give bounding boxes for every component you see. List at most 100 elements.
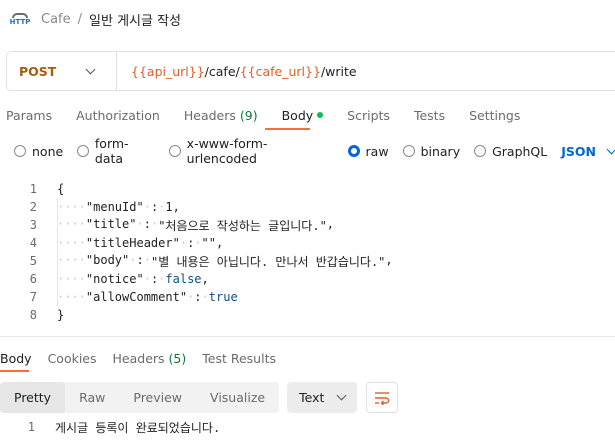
whitespace-marker: ·	[194, 236, 202, 250]
radio-icon	[168, 145, 181, 157]
whitespace-marker: ····	[57, 200, 86, 214]
radio-icon	[347, 145, 360, 157]
json-value: 1	[165, 200, 173, 214]
request-title[interactable]: 일반 게시글 작성	[89, 10, 181, 29]
tab-params[interactable]: Params	[6, 108, 52, 123]
method-select[interactable]: POST	[7, 52, 117, 90]
code-line: 4 ···· "titleHeader" ·: · "",	[0, 234, 615, 252]
code-text: ···· "body" ·: · "별 내용은 아닙니다. 만나서 반갑습니다.",	[57, 253, 393, 270]
view-mode-raw[interactable]: Raw	[65, 382, 119, 413]
json-comma: ,	[326, 216, 335, 231]
radio-icon	[402, 145, 415, 157]
tab-authorization[interactable]: Authorization	[76, 108, 160, 123]
tab-scripts[interactable]: Scripts	[347, 108, 390, 123]
whitespace-marker: ·	[129, 252, 137, 267]
tab-label: Headers	[112, 350, 165, 366]
body-type-label: binary	[420, 143, 461, 159]
tab-tests[interactable]: Tests	[414, 108, 445, 123]
json-colon: :	[150, 272, 159, 286]
url-input[interactable]: {{api_url}}/cafe/{{cafe_url}}/write	[117, 64, 357, 79]
json-comma: ,	[172, 200, 180, 214]
json-colon: :	[150, 200, 159, 214]
json-comma: ,	[215, 236, 224, 250]
body-type-x-www-form-urlencoded[interactable]: x-www-form-urlencoded	[168, 136, 334, 166]
chevron-down-icon	[336, 390, 347, 401]
code-text: }	[57, 308, 64, 322]
response-toolbar: Pretty Raw Preview Visualize Text	[0, 382, 399, 413]
whitespace-marker: ····	[57, 236, 86, 250]
language-select[interactable]: JSON	[561, 144, 615, 159]
response-tab-test-results[interactable]: Test Results	[202, 351, 276, 366]
body-type-label: x-www-form-urlencoded	[186, 136, 268, 166]
json-colon: :	[143, 216, 151, 231]
view-mode-preview[interactable]: Preview	[119, 382, 196, 413]
body-type-binary[interactable]: binary	[402, 143, 461, 159]
json-key: "allowComment"	[85, 290, 188, 304]
code-line: 1{	[0, 180, 615, 198]
whitespace-marker: ·	[179, 236, 188, 250]
body-type-label: none	[32, 143, 64, 159]
tab-label: Body	[281, 107, 314, 123]
response-tab-cookies[interactable]: Cookies	[48, 351, 97, 366]
whitespace-marker: ·	[201, 290, 209, 304]
view-mode-visualize[interactable]: Visualize	[196, 382, 279, 413]
body-type-selector: none form-data x-www-form-urlencoded raw bin…	[14, 136, 615, 166]
tab-label: Settings	[469, 107, 521, 123]
body-type-raw[interactable]: raw	[347, 144, 389, 159]
response-tab-body[interactable]: Body	[0, 351, 32, 366]
active-tab-indicator	[265, 128, 310, 130]
request-tabs: Params Authorization Headers (9) Body Scripts…	[6, 104, 544, 126]
code-line: 8}	[0, 306, 615, 324]
tab-label: Scripts	[347, 107, 390, 123]
whitespace-marker: ····	[57, 252, 86, 267]
body-type-form-data[interactable]: form-data	[77, 136, 155, 166]
line-number: 3	[29, 218, 37, 232]
json-key: "notice"	[85, 272, 144, 286]
response-line: 1 게시글 등록이 완료되었습니다.	[0, 418, 220, 436]
chevron-down-icon	[85, 64, 96, 74]
body-type-label: form-data	[94, 136, 129, 166]
line-number: 2	[29, 200, 37, 214]
whitespace-marker: ····	[57, 272, 86, 286]
tab-headers[interactable]: Headers (9)	[184, 108, 258, 123]
tab-settings[interactable]: Settings	[469, 108, 520, 123]
tab-count-badge: (9)	[239, 107, 258, 123]
tab-body[interactable]: Body	[282, 108, 324, 123]
response-text: 게시글 등록이 완료되었습니다.	[55, 420, 221, 435]
json-comma: ,	[385, 252, 393, 267]
code-text: ···· "notice" ·: · false,	[57, 272, 209, 286]
tab-label: Tests	[413, 107, 446, 123]
body-type-none[interactable]: none	[14, 144, 63, 159]
radio-icon	[14, 145, 26, 157]
whitespace-marker: ·	[143, 200, 151, 214]
wrap-lines-button[interactable]	[366, 382, 399, 413]
line-number: 1	[29, 182, 37, 196]
view-mode-pretty[interactable]: Pretty	[0, 382, 66, 413]
json-colon: :	[136, 252, 144, 267]
code-text: ···· "title" ·: · "처음으로 작성하는 글입니다.",	[57, 217, 334, 234]
json-colon: :	[194, 290, 202, 304]
response-tabs: Body Cookies Headers (5) Test Results	[0, 349, 292, 367]
code-line: 7 ···· "allowComment" ·: · true	[0, 288, 615, 306]
method-label: POST	[19, 63, 57, 79]
request-body-editor[interactable]: 1{2 ···· "menuId" ·: · 1, 3 ···· "title" ·: · "처음으로…	[0, 180, 615, 326]
code-text: ···· "menuId" ·: · 1,	[57, 200, 180, 214]
tab-label: Authorization	[76, 107, 160, 123]
body-type-GraphQL[interactable]: GraphQL	[474, 144, 547, 159]
code-text: ···· "titleHeader" ·: · "",	[57, 236, 223, 250]
tab-label: Body	[0, 350, 32, 366]
line-number: 7	[29, 290, 37, 304]
json-value: false	[165, 272, 202, 286]
chevron-down-icon	[606, 144, 615, 154]
line-number: 8	[29, 308, 37, 322]
wrap-lines-icon	[375, 391, 390, 405]
line-number: 1	[27, 420, 35, 434]
response-tab-headers[interactable]: Headers (5)	[113, 351, 187, 366]
json-value: "처음으로 작성하는 글입니다."	[158, 218, 327, 233]
json-value: true	[208, 290, 238, 304]
response-format-select[interactable]: Text	[287, 382, 358, 413]
code-brace: }	[57, 308, 65, 322]
breadcrumb-parent[interactable]: Cafe	[41, 12, 71, 27]
line-number: 6	[29, 272, 37, 286]
pane-divider[interactable]	[0, 336, 615, 337]
